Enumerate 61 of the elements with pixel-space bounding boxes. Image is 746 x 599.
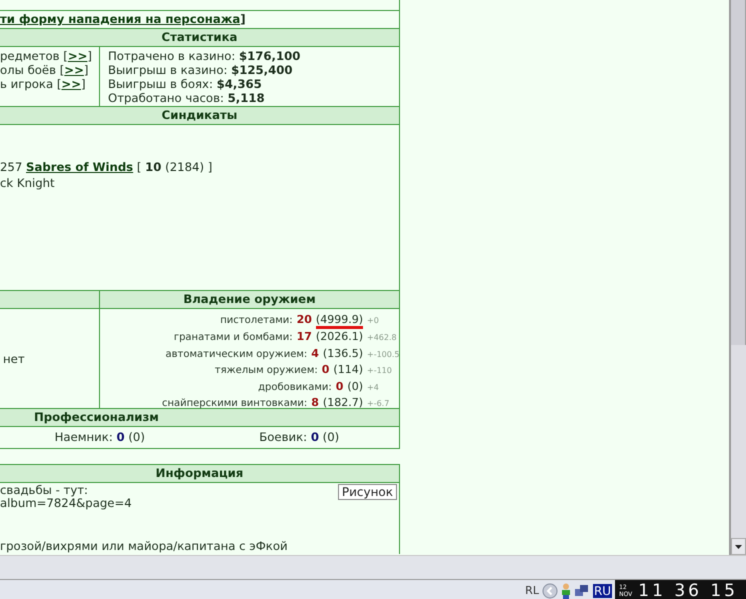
info-text: свадьбы - тут: [0,484,89,497]
experience-delta: +462.8 [367,332,395,344]
weapon-label: гранатами и бомбами: [174,331,293,345]
experience-delta: +4 [367,382,380,394]
profession-stat: Боевик: 0 (0) [258,429,340,446]
weapon-experience: (136.5) [322,346,363,361]
none-text: нет [3,352,25,366]
stat-line: Отработано часов: 5,118 [108,91,266,105]
vertical-scrollbar[interactable] [729,0,746,555]
clock-time: 11 36 15 [638,580,738,599]
link-label: редметов [ [0,49,68,63]
experience-delta: +0 [367,315,380,327]
section-title: Владение оружием [183,292,316,306]
info-text: album=7824&page=4 [0,497,133,510]
weapon-level: 4 [311,346,319,361]
stat-line: Выигрыш в боях: $4,365 [108,77,263,91]
person-icon[interactable] [560,582,571,598]
picture-button[interactable]: Рисунок [338,484,397,500]
weapon-experience: (2026.1) [316,329,363,344]
details-link[interactable]: >> [68,49,88,63]
weapon-level: 0 [322,362,330,378]
syndicate-id: 257 [0,160,22,174]
weapon-level: 0 [336,378,344,394]
network-icon[interactable] [574,582,590,598]
syndicate-level: [ 10 (2184) ] [136,160,212,174]
weapon-experience: (114) [333,362,363,378]
bracket-text: ] [81,77,86,91]
link-label: ь игрока [ [0,77,62,91]
section-title: Профессионализм [34,410,159,424]
stat-line: Потрачено в казино: $176,100 [108,49,302,63]
section-title: Синдикаты [162,108,238,122]
stat-line: Выигрыш в казино: $125,400 [108,63,294,77]
attack-form-link[interactable]: ти форму нападения на персонажа [0,12,240,26]
rank-text: ck Knight [0,175,56,191]
down-arrow-icon[interactable] [735,544,742,548]
keyboard-layout-text[interactable]: RL [525,584,539,597]
bracket-text: ] [84,63,88,77]
link-label: олы боёв [ [0,63,64,77]
experience-delta: +-110 [367,365,393,377]
weapon-experience: (182.7) [322,395,363,410]
section-title: Статистика [162,30,238,44]
language-indicator[interactable]: RU [592,584,612,598]
bracket-text: ] [87,49,92,63]
weapon-level: 8 [311,395,319,410]
bracket-text: ] [240,12,246,26]
underlined-experience: (4999.9) [316,314,363,329]
weapon-label: снайперскими винтовками: [162,397,308,411]
details-link[interactable]: >> [61,77,82,91]
weapon-label: тяжелым оружием: [214,364,318,378]
info-text: грозой/вихрями или майора/капитана с эФкой [0,539,288,553]
weapon-level: 20 [296,312,312,328]
details-link[interactable]: >> [64,63,84,77]
weapon-level: 17 [296,329,312,344]
experience-delta: +-6.7 [367,398,390,410]
weapon-experience: (0) [347,378,363,394]
weapon-label: автоматическим оружием: [166,348,308,362]
weapon-label: дробовиками: [258,380,332,394]
section-title: Информация [156,466,244,480]
weapon-label: пистолетами: [220,314,293,328]
syndicate-link[interactable]: Sabres of Winds [26,160,134,174]
profession-stat: Наемник: 0 (0) [54,429,146,446]
